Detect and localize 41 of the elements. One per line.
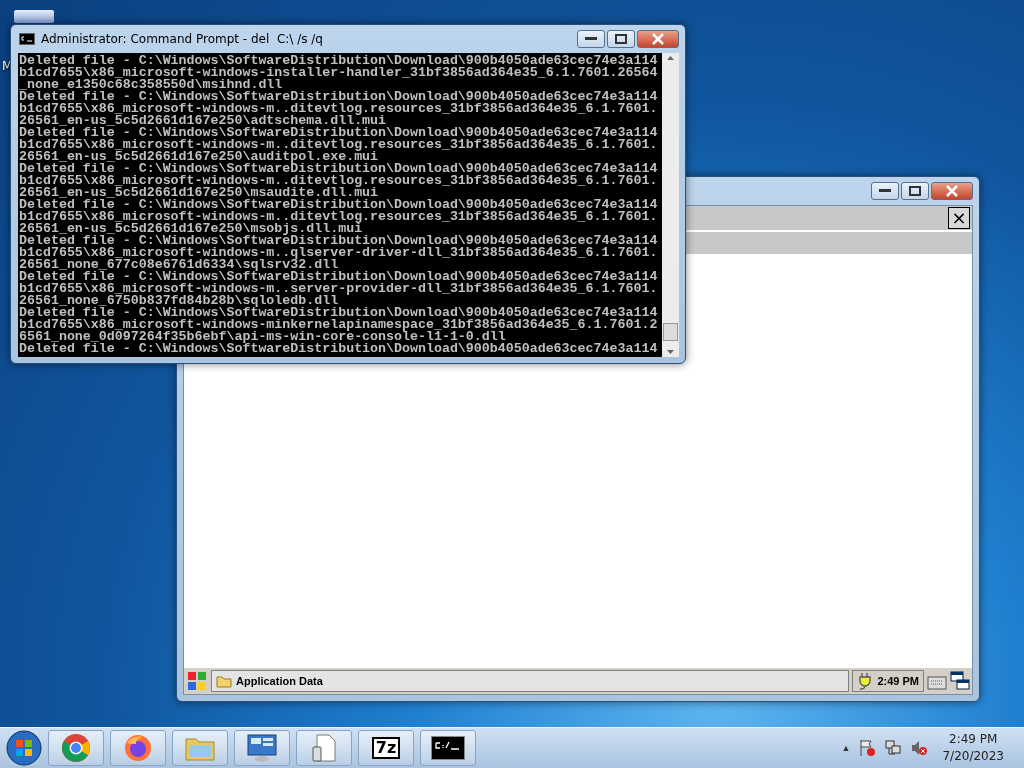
task-button[interactable]: Application Data: [211, 670, 850, 692]
monitor-icon: [246, 733, 278, 763]
clock-time[interactable]: 2:49 PM: [949, 731, 998, 748]
maximize-button[interactable]: [901, 182, 929, 200]
start-button[interactable]: [6, 730, 42, 766]
clock-time: 2:49 PM: [877, 675, 919, 687]
firefox-icon: [123, 733, 153, 763]
minimize-icon: [585, 37, 597, 41]
command-prompt-icon: [431, 736, 465, 760]
close-icon: [651, 33, 665, 45]
close-button[interactable]: [637, 30, 679, 48]
maximize-button[interactable]: [607, 30, 635, 48]
scrollbar[interactable]: [662, 53, 679, 357]
sevenzip-logo: 7z: [371, 737, 401, 759]
window-title: Administrator: Command Prompt - del C:\ /s /q: [41, 32, 324, 46]
start-icon[interactable]: [186, 670, 208, 692]
show-hidden-icons-button[interactable]: ▲: [841, 743, 851, 753]
scrollbar-thumb[interactable]: [663, 323, 678, 341]
console-output: Deleted file - C:\Windows\SoftwareDistribution\Download\900b4050ade63cec74e3a114 b1cd7655\x86_microsoft-windows-installer-handler_31bf3856ad364e35_6.1.7601.26564 _none_e1350c68c358550d\msihnd.dll Deleted file - C:\Windows\SoftwareDistribution\Download\900b4050ade63cec74e3a114 b1cd7655\x86_microsoft-windows-m..ditevtlog.resources_31bf3856ad364e35_6.1.7601. 26561_en-us_5c5d2661d167e250\adtschema.dll.mui Deleted file - C:\Windows\SoftwareDistribution\Download\900b4050ade63cec74e3a114 b1cd7655\x86_microsoft-windows-m..ditevtlog.resources_31bf3856ad364e35_6.1.7601. 26561_en-us_5c5d2661d167e250\auditpol.exe.mui Deleted file - C:\Windows\SoftwareDistribution\Download\900b4050ade63cec74e3a114 b1cd7655\x86_microsoft-windows-m..ditevtlog.resources_31bf3856ad364e35_6.1.7601. 26561_en-us_5c5d2661d167e250\msaudite.dll.mui Deleted file - C:\Windows\SoftwareDistribution\Download\900b4050ade63cec74e3a114 b1cd7655\x86_microsoft-windows-m..ditevtlog.resources_31bf3856ad364e35_6.1.7601. 26561_en-us_5c5d2661d167e250\msobjs.dll.mui Deleted file - C:\Windows\SoftwareDistribution\Download\900b4050ade63cec74e3a114 b1cd7655\x86_microsoft-windows-m..qlserver-driver-dll_31bf3856ad364e35_6.1.7601. 26561_none_677c08e6761d6334\sqlsrv32.dll Deleted file - C:\Windows\SoftwareDistribution\Download\900b4050ade63cec74e3a114 b1cd7655\x86_microsoft-windows-m..server-provider-dll_31bf3856ad364e35_6.1.7601. 26561_none_6750b837fd84b28b\sqloledb.dll Deleted file - C:\Windows\SoftwareDistribution\Download\900b4050ade63cec74e3a114 b1cd7655\x86_microsoft-windows-minkernelapinamespace_31bf3856ad364e35_6.1.7601.2 6561_none_0d097264f35b6ebf\api-ms-win-core-console-l1-1-0.dll Deleted file - C:\Windows\SoftwareDistribution\Download\900b4050ade63cec74e3a114: [18, 53, 659, 357]
scroll-up-icon[interactable]: [666, 53, 675, 63]
minimize-button[interactable]: [871, 182, 899, 200]
minimize-button[interactable]: [577, 30, 605, 48]
scroll-down-icon[interactable]: [666, 347, 675, 357]
network-icon[interactable]: [884, 739, 903, 757]
minimize-icon: [879, 189, 891, 193]
taskbar-app-button[interactable]: [420, 730, 476, 766]
taskbar-app-button[interactable]: 7z: [358, 730, 414, 766]
speaker-muted-icon[interactable]: [910, 739, 929, 757]
maximize-icon: [615, 34, 627, 44]
close-button[interactable]: ×: [948, 207, 970, 229]
command-prompt-icon: [19, 33, 35, 45]
windows-switch-icon[interactable]: [950, 671, 970, 691]
clock-date[interactable]: 7/20/2023: [942, 748, 1004, 765]
flag-icon[interactable]: [858, 739, 877, 757]
chrome-icon: [61, 733, 91, 763]
device-icon: [311, 733, 337, 763]
folder-icon: [216, 674, 232, 688]
power-plug-icon: [857, 672, 874, 690]
close-icon: [945, 185, 959, 197]
maximize-icon: [909, 186, 921, 196]
close-button[interactable]: [931, 182, 973, 200]
